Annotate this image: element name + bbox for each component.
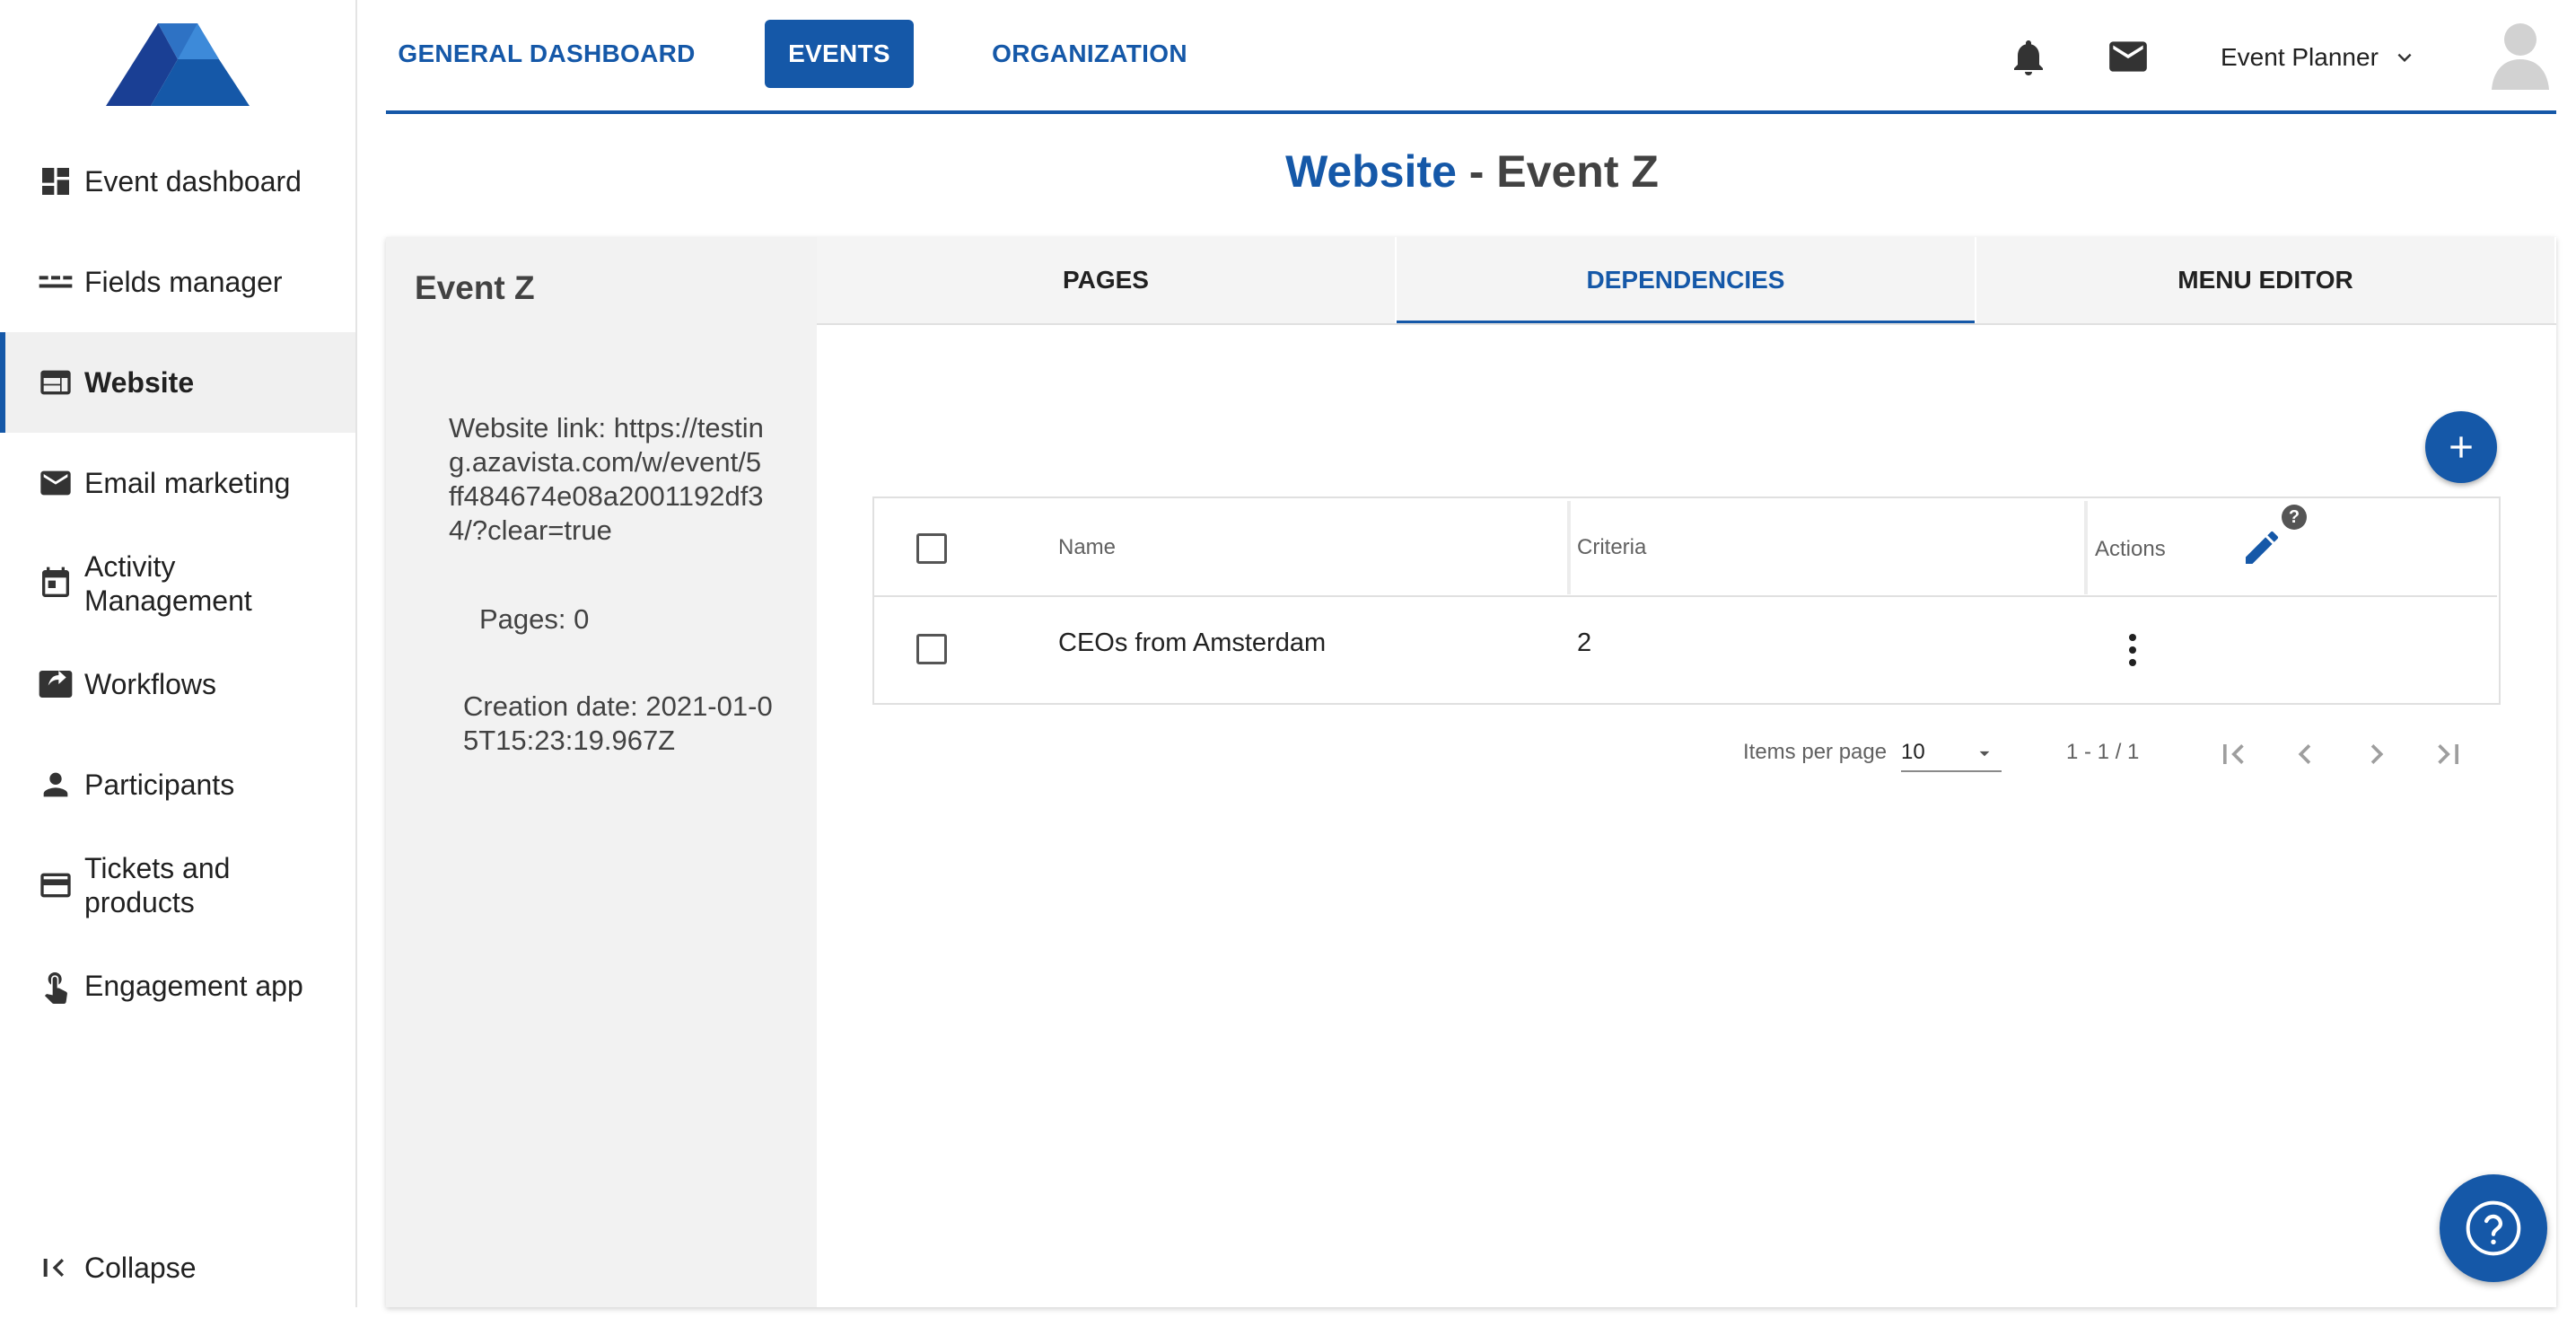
first-page-icon[interactable] [2212, 733, 2255, 776]
sidebar-item-label: Fields manager [84, 266, 283, 298]
pages-count: Pages: 0 [479, 603, 590, 635]
person-icon [36, 765, 75, 804]
pagination-range: 1 - 1 / 1 [2066, 740, 2140, 764]
event-info-pane [386, 237, 817, 1307]
azavista-logo[interactable] [106, 23, 250, 106]
creation-date-line: Creation date: 2021-01-0 [463, 690, 773, 722]
user-menu-label: Event Planner [2221, 43, 2379, 71]
topnav-organization[interactable]: ORGANIZATION [984, 20, 1196, 88]
sidebar-item-label: Website [84, 366, 195, 399]
creation-date: Creation date: 2021-01-0 5T15:23:19.967Z [463, 690, 822, 758]
tabs-divider [817, 323, 2556, 325]
creation-date-line: 5T15:23:19.967Z [463, 725, 676, 756]
web-icon [36, 363, 75, 402]
sidebar-item-label: Engagement app [84, 970, 303, 1002]
tab-menu-editor[interactable]: MENU EDITOR [1976, 237, 2554, 323]
website-link-line: Website link: https://testin [449, 412, 764, 444]
collapse-label: Collapse [84, 1252, 197, 1284]
column-resize-handle[interactable] [2084, 501, 2088, 594]
chevron-down-icon [2397, 53, 2412, 62]
sidebar-item-activity-management[interactable]: Activity Management [0, 533, 355, 634]
previous-page-icon[interactable] [2283, 733, 2326, 776]
topnav-general-dashboard[interactable]: GENERAL DASHBOARD [397, 20, 697, 88]
row-more-actions-icon[interactable] [2111, 628, 2154, 672]
user-menu[interactable]: Event Planner [2221, 40, 2418, 75]
column-header-criteria[interactable]: Criteria [1577, 535, 1646, 560]
column-header-actions: Actions [2095, 537, 2166, 561]
row-name: CEOs from Amsterdam [1058, 628, 1327, 657]
mail-icon [36, 463, 75, 503]
plus-icon [2450, 436, 2472, 458]
sidebar-item-email-marketing[interactable]: Email marketing [0, 433, 355, 533]
sidebar-item-label: Activity Management [84, 550, 252, 617]
help-badge[interactable]: ? [2282, 505, 2307, 530]
collapse-icon [36, 1248, 75, 1287]
calendar-icon [36, 564, 75, 603]
items-per-page-select[interactable]: 10 [1901, 733, 2002, 772]
page-title: Website - Event Z [0, 145, 2576, 198]
sidebar-item-engagement-app[interactable]: Engagement app [0, 936, 355, 1036]
row-criteria: 2 [1577, 628, 1592, 657]
tab-pages[interactable]: PAGES [817, 237, 1395, 323]
page-title-accent: Website [1285, 146, 1457, 197]
help-chat-button[interactable] [2440, 1174, 2547, 1282]
add-dependency-button[interactable] [2425, 411, 2497, 483]
topnav-underline [386, 110, 2556, 114]
sidebar-item-workflows[interactable]: Workflows [0, 634, 355, 734]
edit-columns-pencil-icon[interactable] [2240, 526, 2283, 569]
notifications-bell-icon[interactable] [2007, 36, 2050, 79]
website-link-line: g.azavista.com/w/event/5 [449, 446, 762, 478]
select-all-checkbox[interactable] [916, 533, 947, 564]
share-icon [36, 664, 75, 704]
sidebar-item-tickets-and-products[interactable]: Tickets and products [0, 835, 355, 936]
items-per-page-label: Items per page [1743, 740, 1888, 764]
sidebar-item-label: Tickets and products [84, 852, 231, 918]
question-circle-icon [2466, 1200, 2521, 1256]
sidebar-item-label: Email marketing [84, 467, 291, 499]
sidebar-item-fields-manager[interactable]: Fields manager [0, 232, 355, 332]
tab-dependencies[interactable]: DEPENDENCIES [1397, 237, 1975, 325]
avatar[interactable] [2488, 18, 2553, 90]
website-link[interactable]: Website link: https://testin g.azavista.… [449, 411, 808, 548]
website-link-line: ff484674e08a2001192df3 [449, 480, 764, 512]
row-checkbox[interactable] [916, 634, 947, 664]
column-resize-handle[interactable] [1567, 501, 1571, 594]
page-title-rest: - Event Z [1456, 146, 1659, 197]
last-page-icon[interactable] [2427, 733, 2470, 776]
website-link-line: 4/?clear=true [449, 514, 612, 546]
column-header-name[interactable]: Name [1058, 535, 1116, 560]
fields-icon [36, 262, 75, 302]
sidebar-item-website[interactable]: Website [0, 332, 355, 433]
sidebar-item-label: Workflows [84, 668, 216, 700]
dropdown-arrow-icon [1979, 751, 1990, 757]
items-per-page-value: 10 [1901, 740, 1925, 764]
next-page-icon[interactable] [2355, 733, 2398, 776]
touch-icon [36, 966, 75, 1006]
card-icon [36, 865, 75, 905]
messages-mail-icon[interactable] [2106, 34, 2151, 79]
topnav-events[interactable]: EVENTS [765, 20, 914, 88]
collapse-button[interactable]: Collapse [0, 1217, 355, 1318]
sidebar-item-label: Participants [84, 769, 235, 801]
sidebar-item-participants[interactable]: Participants [0, 734, 355, 835]
event-name: Event Z [415, 269, 535, 306]
